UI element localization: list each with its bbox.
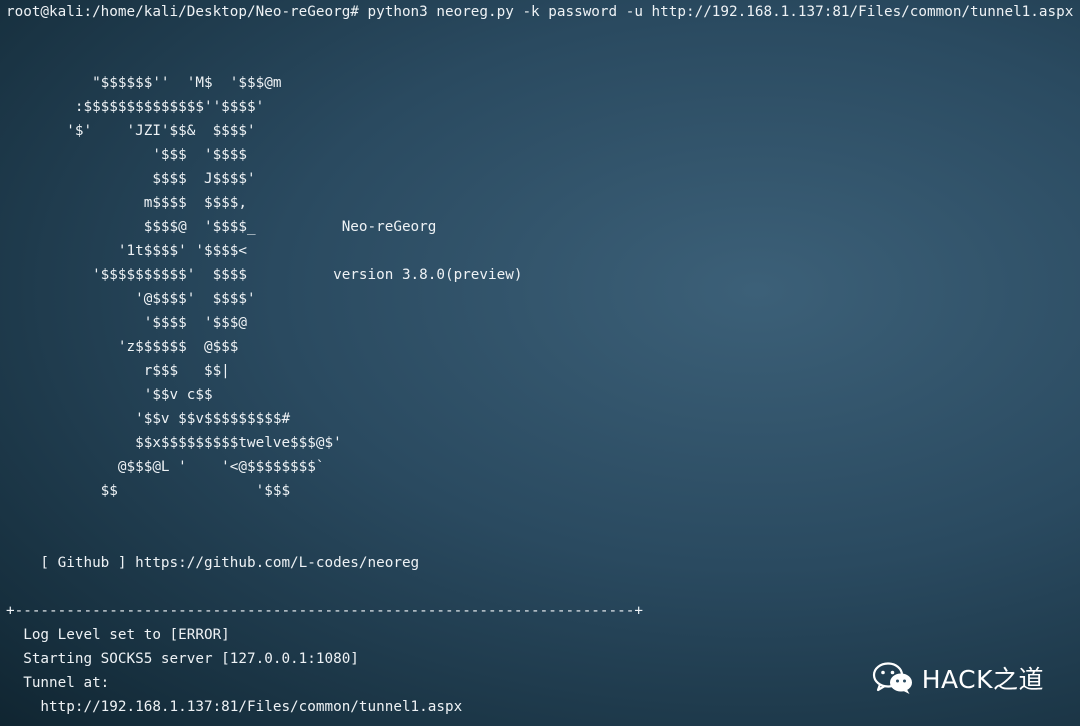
github-link-line: [ Github ] https://github.com/L-codes/ne… <box>6 555 420 571</box>
ascii-banner-line: m$$$$ $$$$, <box>6 195 248 211</box>
log-level-line: Log Level set to [ERROR] <box>6 627 230 643</box>
tunnel-url-line: http://192.168.1.137:81/Files/common/tun… <box>6 699 463 715</box>
command-text: python3 neoreg.py -k password -u http://… <box>358 4 1074 20</box>
ascii-banner-line: '$$$$$$$$$$' $$$$ version 3.8.0(preview) <box>6 267 523 283</box>
ascii-banner-line: '$$v $$v$$$$$$$$$# <box>6 411 291 427</box>
ascii-banner-line: '1t$$$$' '$$$$< <box>6 243 248 259</box>
ascii-banner-line: "$$$$$$'' 'M$ '$$$@m <box>6 75 282 91</box>
ascii-banner-line: $$x$$$$$$$$$twelve$$$@$' <box>6 435 342 451</box>
ascii-banner-line: 'z$$$$$$ @$$$ <box>6 339 239 355</box>
watermark: HACK之道 <box>872 660 1044 696</box>
ascii-banner-line: $$ '$$$ <box>6 483 291 499</box>
socks-server-line: Starting SOCKS5 server [127.0.0.1:1080] <box>6 651 359 667</box>
ascii-banner-line: '$$$ '$$$$ <box>6 147 248 163</box>
ascii-banner-line: @$$$@L ' '<@$$$$$$$$` <box>6 459 325 475</box>
ascii-banner-line: r$$$ $$| <box>6 363 230 379</box>
ascii-banner-line: $$$$@ '$$$$_ Neo-reGeorg <box>6 219 437 235</box>
ascii-banner-line: '$' 'JZI'$$& $$$$' <box>6 123 256 139</box>
ascii-banner-line: '@$$$$' $$$$' <box>6 291 256 307</box>
tunnel-label-line: Tunnel at: <box>6 675 110 691</box>
ascii-banner-line: $$$$ J$$$$' <box>6 171 256 187</box>
shell-prompt: root@kali:/home/kali/Desktop/Neo-reGeorg… <box>6 4 359 20</box>
ascii-banner-line: '$$v c$$ <box>6 387 213 403</box>
ascii-banner-line: :$$$$$$$$$$$$$$''$$$$' <box>6 99 265 115</box>
wechat-icon <box>872 662 912 694</box>
command-line: root@kali:/home/kali/Desktop/Neo-reGeorg… <box>6 0 1073 24</box>
ascii-banner-line: '$$$$ '$$$@ <box>6 315 248 331</box>
terminal-window[interactable]: root@kali:/home/kali/Desktop/Neo-reGeorg… <box>0 0 1080 726</box>
separator-line: +---------------------------------------… <box>6 603 643 619</box>
watermark-text: HACK之道 <box>921 665 1044 694</box>
